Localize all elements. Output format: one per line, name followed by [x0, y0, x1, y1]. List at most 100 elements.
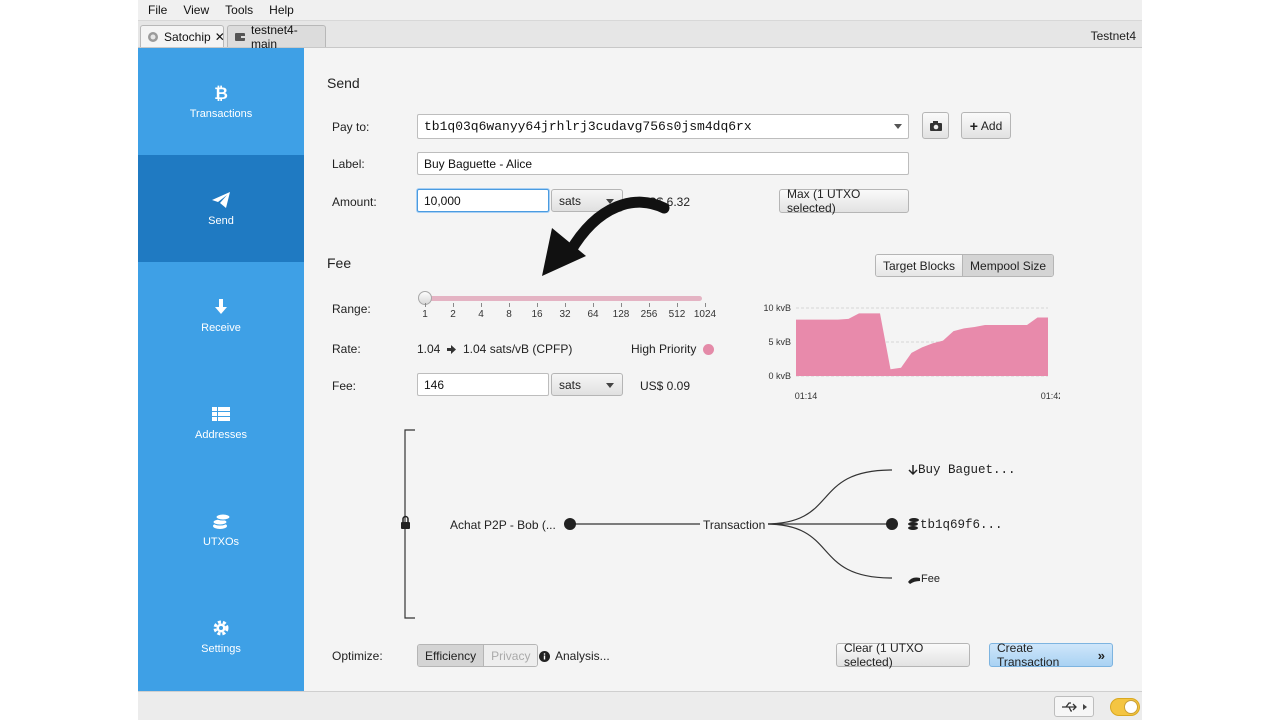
slider-track [424, 296, 702, 301]
sidebar-item-addresses[interactable]: Addresses [138, 369, 304, 476]
mempool-size-button[interactable]: Mempool Size [962, 255, 1054, 276]
scan-qr-button[interactable] [922, 112, 949, 139]
slider-tick-label: 1 [422, 309, 428, 320]
status-bar [138, 691, 1142, 720]
sidebar-item-label: UTXOs [202, 535, 240, 548]
label-input[interactable]: Buy Baguette - Alice [417, 152, 909, 175]
wallet-icon [234, 31, 246, 43]
priority-label: High Priority [631, 342, 697, 356]
tab-label: testnet4-main [251, 22, 298, 51]
chart-y-tick-label: 10 kvB [763, 303, 791, 313]
slider-tick-mark [705, 303, 706, 307]
menu-view[interactable]: View [183, 3, 209, 17]
slider-tick-mark [621, 303, 622, 307]
label-label: Label: [332, 157, 365, 171]
fee-title: Fee [327, 255, 352, 271]
arrow-down-icon [215, 298, 227, 314]
fee-hand-icon [908, 577, 920, 584]
svg-text:₿: ₿ [214, 84, 228, 102]
rate-value: 1.04 [417, 342, 441, 356]
network-label: Testnet4 [1090, 29, 1136, 43]
fee-unit-select[interactable]: sats [551, 373, 623, 396]
fee-unit: sats [559, 377, 582, 392]
output-payment-label[interactable]: Buy Baguet... [918, 463, 1016, 477]
slider-tick-mark [649, 303, 650, 307]
clear-button[interactable]: Clear (1 UTXO selected) [836, 641, 970, 669]
transaction-label[interactable]: Transaction [700, 518, 769, 532]
tab-satochip[interactable]: Satochip ✕ [140, 25, 225, 47]
sidebar-item-transactions[interactable]: ₿ Transactions [138, 48, 304, 155]
slider-tick-mark [453, 303, 454, 307]
annotation-arrow-icon [542, 196, 670, 276]
analysis-link[interactable]: Analysis... [539, 649, 610, 663]
app-window: File View Tools Help Satochip ✕ testnet4… [138, 0, 1142, 720]
fee-value: 146 [424, 377, 445, 392]
priority-dot-icon [703, 343, 715, 355]
send-title: Send [327, 75, 360, 91]
target-blocks-button[interactable]: Target Blocks [876, 255, 963, 276]
toggle-knob [1124, 700, 1138, 714]
sidebar-item-send[interactable]: Send [138, 155, 304, 262]
gear-icon [213, 620, 229, 635]
chevron-down-icon [606, 383, 614, 388]
slider-tick-label: 8 [506, 309, 512, 320]
coins-icon [212, 513, 231, 529]
menu-tools[interactable]: Tools [225, 3, 253, 17]
chevron-down-icon[interactable] [894, 124, 902, 129]
create-transaction-button[interactable]: Create Transaction » [989, 641, 1113, 669]
slider-tick-label: 1024 [693, 309, 717, 320]
mempool-chart: 10 kvB 5 kvB 0 kvB 01:14 01:42 [763, 303, 1060, 401]
max-button[interactable]: Max (1 UTXO selected) [779, 187, 909, 215]
sign-in-icon [447, 344, 456, 354]
add-button[interactable]: + Add [961, 112, 1011, 139]
privacy-button[interactable]: Privacy [483, 645, 538, 666]
plus-icon: + [969, 117, 978, 134]
slider-tick-label: 64 [587, 309, 599, 320]
sidebar-item-label: Transactions [189, 107, 253, 120]
input-label[interactable]: Achat P2P - Bob (... [450, 518, 556, 532]
output-fee-label[interactable]: Fee [921, 573, 940, 585]
fee-label: Fee: [332, 379, 357, 393]
usb-device-button[interactable] [1054, 696, 1094, 717]
change-node[interactable] [886, 518, 898, 530]
slider-tick-label: 2 [450, 309, 456, 320]
chart-x-tick-label: 01:42 [1041, 391, 1060, 401]
output-change-label[interactable]: tb1q69f6... [920, 518, 1003, 532]
online-toggle[interactable] [1110, 698, 1140, 716]
add-label: Add [980, 118, 1003, 133]
sidebar-item-settings[interactable]: Settings [138, 583, 304, 690]
menu-help[interactable]: Help [269, 3, 294, 17]
send-panel: Send Pay to: tb1q03q6wanyy64jrhlrj3cudav… [304, 48, 1142, 691]
sidebar: ₿ Transactions Send Receive Addresses UT… [138, 48, 304, 691]
pay-to-value: tb1q03q6wanyy64jrhlrj3cudavg756s0jsm4dq6… [424, 119, 752, 134]
range-label: Range: [332, 302, 371, 316]
satochip-icon [147, 31, 159, 43]
slider-tick-label: 16 [531, 309, 543, 320]
chart-x-tick-label: 01:14 [795, 391, 818, 401]
amount-input[interactable]: 10,000 [417, 189, 549, 212]
slider-tick-mark [537, 303, 538, 307]
slider-tick-mark [593, 303, 594, 307]
paper-plane-icon [212, 191, 230, 208]
slider-tick-label: 512 [668, 309, 686, 320]
menu-file[interactable]: File [148, 3, 167, 17]
analysis-text: Analysis... [555, 649, 610, 663]
fee-rate-slider[interactable]: 1 2 4 8 16 32 64 128 256 512 1024 [418, 291, 716, 331]
slider-tick-mark [481, 303, 482, 307]
close-icon[interactable]: ✕ [215, 30, 225, 44]
slider-tick-mark [425, 303, 426, 307]
tab-testnet4-main[interactable]: testnet4-main [227, 23, 326, 51]
rate-label: Rate: [332, 342, 361, 356]
slider-tick-label: 128 [612, 309, 630, 320]
list-icon [212, 406, 230, 421]
amount-label: Amount: [332, 195, 377, 209]
cpfp-rate: 1.04 sats/vB (CPFP) [446, 342, 572, 356]
arrow-down-icon [908, 465, 918, 476]
sidebar-item-utxos[interactable]: UTXOs [138, 476, 304, 583]
label-value: Buy Baguette - Alice [424, 156, 533, 171]
sidebar-item-receive[interactable]: Receive [138, 262, 304, 369]
input-node[interactable] [564, 518, 576, 530]
fee-input[interactable]: 146 [417, 373, 549, 396]
efficiency-button[interactable]: Efficiency [418, 645, 484, 666]
pay-to-input[interactable]: tb1q03q6wanyy64jrhlrj3cudavg756s0jsm4dq6… [417, 114, 909, 139]
